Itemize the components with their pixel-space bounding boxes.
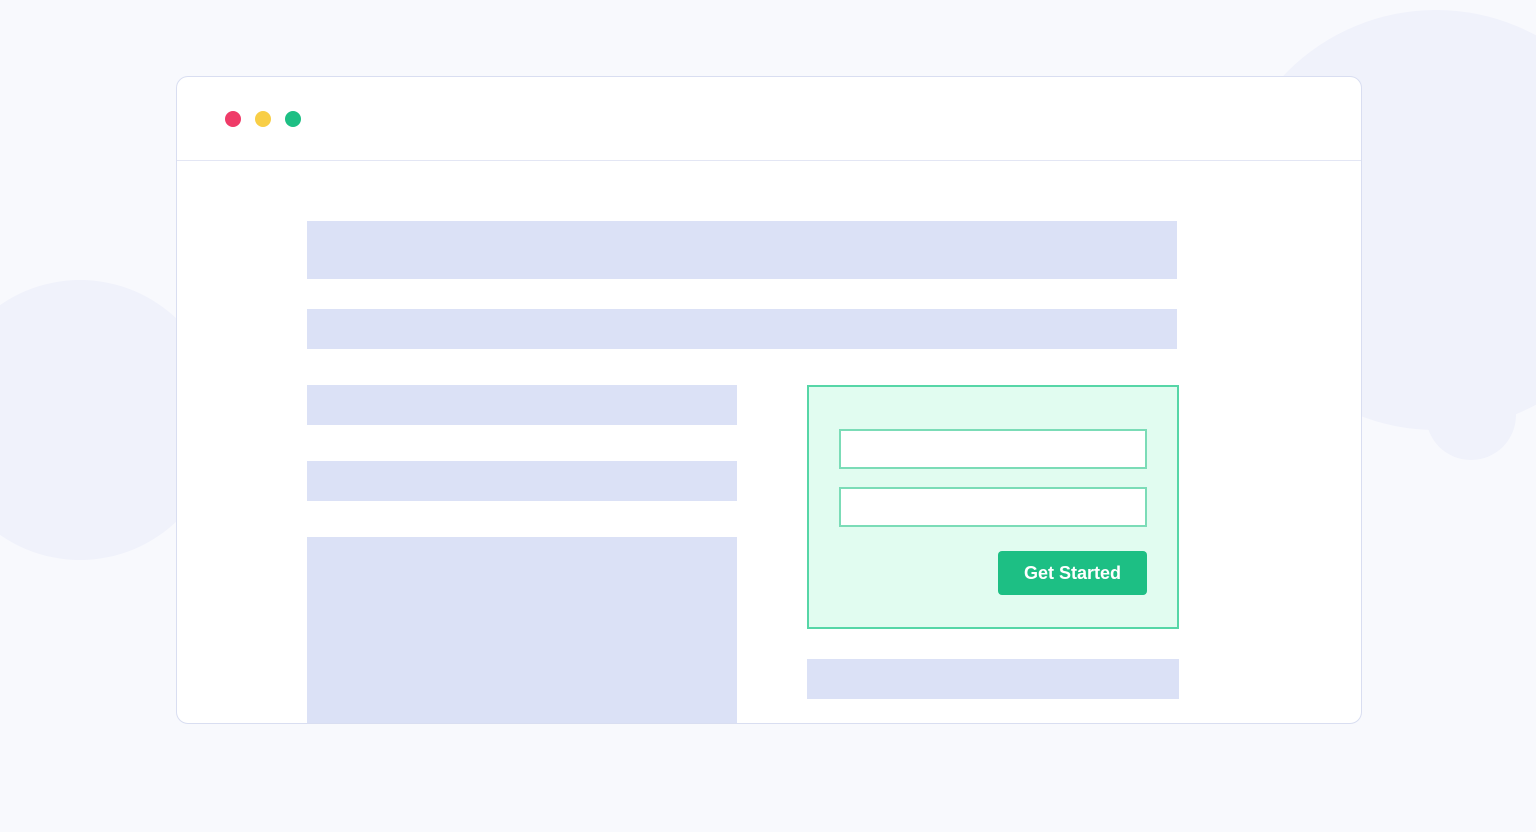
window-close-icon[interactable] — [225, 111, 241, 127]
right-column: Get Started — [807, 385, 1179, 724]
get-started-button[interactable]: Get Started — [998, 551, 1147, 595]
signup-form: Get Started — [807, 385, 1179, 629]
titlebar — [177, 77, 1361, 161]
placeholder-block — [307, 309, 1177, 349]
bg-circle-decor — [1426, 370, 1516, 460]
window-maximize-icon[interactable] — [285, 111, 301, 127]
window-minimize-icon[interactable] — [255, 111, 271, 127]
left-column — [307, 385, 737, 724]
form-field-2[interactable] — [839, 487, 1147, 527]
page-content: Get Started — [177, 161, 1361, 724]
placeholder-block — [307, 461, 737, 501]
form-field-1[interactable] — [839, 429, 1147, 469]
placeholder-block — [807, 659, 1179, 699]
placeholder-block — [307, 537, 737, 724]
placeholder-block — [307, 385, 737, 425]
placeholder-block — [307, 221, 1177, 279]
browser-window: Get Started — [176, 76, 1362, 724]
